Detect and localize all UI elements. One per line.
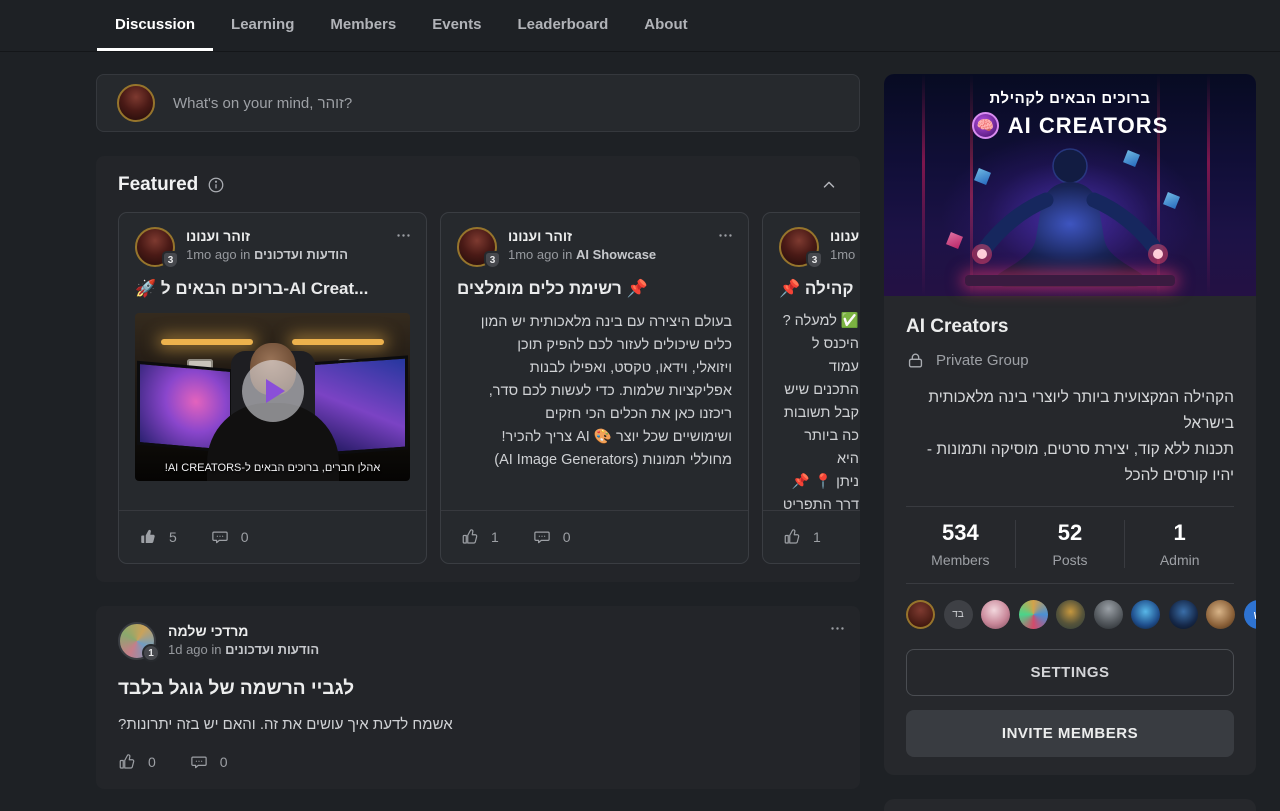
like-button[interactable]: 1 (783, 528, 821, 546)
tab-leaderboard[interactable]: Leaderboard (499, 0, 626, 51)
comment-count: 0 (220, 754, 228, 770)
featured-title: Featured (118, 174, 198, 196)
member-avatar[interactable] (1094, 600, 1123, 629)
like-button[interactable]: 5 (139, 528, 177, 546)
avatar[interactable]: 1 (118, 622, 156, 660)
member-avatar[interactable] (1056, 600, 1085, 629)
post-title[interactable]: 📌 רשימת כלים מומלצים (441, 267, 748, 299)
post-author[interactable]: ענונו (830, 228, 859, 244)
tab-learning[interactable]: Learning (213, 0, 312, 51)
tab-events[interactable]: Events (414, 0, 499, 51)
chevron-up-icon[interactable] (820, 176, 838, 194)
leaderboard-card: Leaderboard (30-days) (884, 799, 1256, 811)
post-category[interactable]: הודעות ועדכונים (254, 247, 348, 262)
post-author[interactable]: מרדכי שלמה (168, 623, 319, 639)
feed-post[interactable]: 1 מרדכי שלמה 1d ago in הודעות ועדכונים ל… (96, 606, 860, 789)
group-sidebar: ברוכים הבאים לקהילת 🧠 AI CREATORS AI Cre… (884, 74, 1256, 811)
video-caption: אהלן חברים, ברוכים הבאים ל-AI CREATORS! (135, 462, 410, 474)
group-name: AI Creators (906, 316, 1234, 338)
like-count: 1 (491, 529, 499, 545)
post-category[interactable]: AI Showcase (576, 247, 656, 262)
comment-count: 0 (563, 529, 571, 545)
main-column: What's on your mind, זוהר? Featured 3 זו… (96, 74, 860, 789)
featured-card-community[interactable]: 3 ענונו 1mo 📌 קהילה ✅ למעלה ? היכנס ל עמ… (762, 212, 860, 564)
featured-section: Featured 3 זוהר וענונו 1mo ago in הודעות… (96, 156, 860, 582)
invite-members-button[interactable]: INVITE MEMBERS (906, 710, 1234, 757)
tab-members[interactable]: Members (312, 0, 414, 51)
privacy-label: Private Group (936, 352, 1029, 369)
post-author[interactable]: זוהר וענונו (186, 228, 348, 244)
member-avatar[interactable]: ש (1244, 600, 1257, 629)
member-avatar[interactable] (906, 600, 935, 629)
stat-members[interactable]: 534 Members (906, 520, 1015, 568)
post-category[interactable]: הודעות ועדכונים (225, 642, 319, 657)
member-avatar[interactable] (1169, 600, 1198, 629)
brain-logo-icon: 🧠 (972, 112, 999, 139)
studio-light (292, 339, 384, 345)
post-time: 1d ago in (168, 642, 222, 657)
member-avatar[interactable] (981, 600, 1010, 629)
level-badge: 3 (162, 251, 179, 269)
tab-discussion[interactable]: Discussion (97, 0, 213, 51)
post-composer[interactable]: What's on your mind, זוהר? (96, 74, 860, 132)
top-nav: Discussion Learning Members Events Leade… (0, 0, 1280, 52)
like-count: 1 (813, 529, 821, 545)
comment-count: 0 (241, 529, 249, 545)
lock-icon (906, 351, 925, 370)
like-count: 0 (148, 754, 156, 770)
member-avatar[interactable]: בד (944, 600, 973, 629)
settings-button[interactable]: SETTINGS (906, 649, 1234, 696)
comment-button[interactable]: 0 (190, 753, 228, 771)
like-count: 5 (169, 529, 177, 545)
tab-about[interactable]: About (626, 0, 705, 51)
member-avatar[interactable] (1131, 600, 1160, 629)
stat-posts[interactable]: 52 Posts (1015, 520, 1125, 568)
featured-card-welcome[interactable]: 3 זוהר וענונו 1mo ago in הודעות ועדכונים… (118, 212, 427, 564)
featured-card-tools[interactable]: 3 זוהר וענונו 1mo ago in AI Showcase 📌 ר… (440, 212, 749, 564)
post-body: בעולם היצירה עם בינה מלאכותית יש המון כל… (441, 299, 748, 472)
more-menu-icon[interactable] (717, 227, 734, 244)
video-thumbnail[interactable]: אהלן חברים, ברוכים הבאים ל-AI CREATORS! (135, 313, 410, 481)
more-menu-icon[interactable] (829, 620, 846, 637)
banner-figure (884, 74, 1256, 296)
post-author[interactable]: זוהר וענונו (508, 228, 656, 244)
avatar[interactable]: 3 (779, 227, 819, 267)
info-icon[interactable] (207, 176, 225, 194)
play-button[interactable] (242, 360, 304, 422)
post-title[interactable]: 🚀 ברוכים הבאים ל-AI Creat... (119, 267, 426, 299)
group-banner-image: ברוכים הבאים לקהילת 🧠 AI CREATORS (884, 74, 1256, 296)
member-avatar[interactable] (1019, 600, 1048, 629)
level-badge: 3 (806, 251, 823, 269)
post-time: 1mo ago in (186, 247, 250, 262)
group-info-card: ברוכים הבאים לקהילת 🧠 AI CREATORS AI Cre… (884, 74, 1256, 775)
comment-button[interactable]: 0 (533, 528, 571, 546)
group-stats: 534 Members 52 Posts 1 Admin (906, 506, 1234, 584)
member-avatar[interactable] (1206, 600, 1235, 629)
more-menu-icon[interactable] (395, 227, 412, 244)
stat-admins[interactable]: 1 Admin (1124, 520, 1234, 568)
post-body: אשמח לדעת איך עושים את זה. והאם יש בזה י… (118, 716, 838, 733)
post-time: 1mo ago in (508, 247, 572, 262)
glowing-keyboard (965, 275, 1175, 286)
post-time: 1mo (830, 247, 859, 262)
like-button[interactable]: 1 (461, 528, 499, 546)
like-button[interactable]: 0 (118, 753, 156, 771)
avatar[interactable]: 3 (135, 227, 175, 267)
post-title[interactable]: לגביי הרשמה של גוגל בלבד (118, 678, 838, 700)
post-body: ✅ למעלה ? היכנס ל עמוד התכנים שיש קבל תש… (763, 298, 860, 510)
studio-light (161, 339, 253, 345)
member-avatars-row: בד ש (906, 584, 1234, 631)
avatar[interactable]: 3 (457, 227, 497, 267)
banner-welcome-text: ברוכים הבאים לקהילת (884, 90, 1256, 107)
level-badge: 3 (484, 251, 501, 269)
comment-button[interactable]: 0 (211, 528, 249, 546)
current-user-avatar[interactable] (117, 84, 155, 122)
featured-cards-row: 3 זוהר וענונו 1mo ago in הודעות ועדכונים… (96, 212, 860, 564)
composer-prompt: What's on your mind, זוהר? (173, 95, 352, 112)
group-description: הקהילה המקצועית ביותר ליוצרי בינה מלאכות… (906, 385, 1234, 489)
banner-brand-text: AI CREATORS (1008, 113, 1169, 139)
play-icon (266, 379, 285, 403)
post-title[interactable]: 📌 קהילה (763, 267, 860, 298)
level-badge: 1 (142, 644, 160, 662)
